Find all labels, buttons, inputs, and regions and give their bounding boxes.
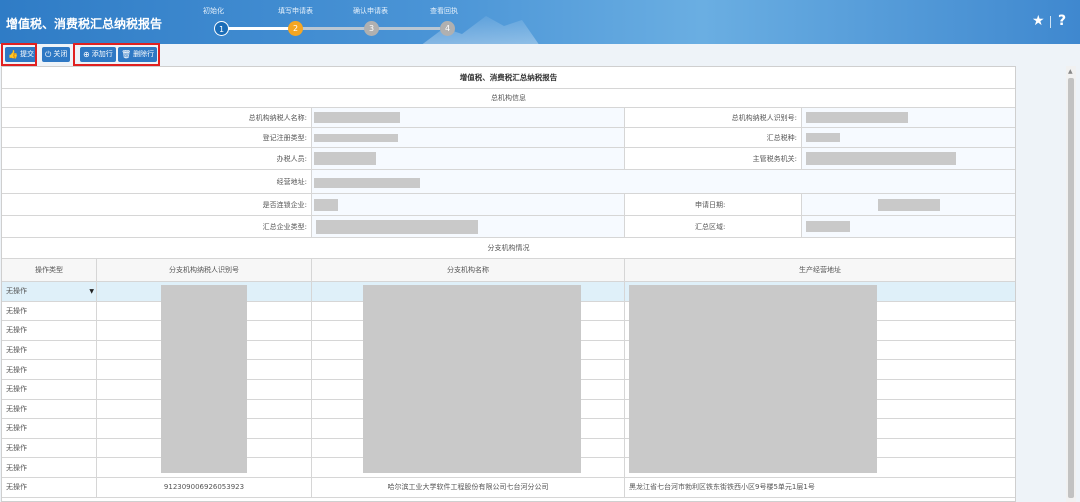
op-type-cell[interactable]: 无操作	[2, 419, 97, 438]
highlight-box-rows	[73, 43, 160, 66]
apply-date-label: 申请日期:	[625, 194, 802, 215]
reg-type-label: 登记注册类型:	[2, 128, 312, 147]
op-type-cell[interactable]: 无操作	[2, 458, 97, 477]
column-header-name: 分支机构名称	[312, 259, 625, 281]
header-divider	[1050, 16, 1051, 28]
redacted-mask	[363, 285, 581, 473]
head-section-row: 总机构信息	[2, 89, 1015, 108]
op-type-cell[interactable]: 无操作	[2, 301, 97, 321]
op-type-cell-text: 无操作	[6, 385, 27, 394]
op-type-cell-text: 无操作	[6, 424, 27, 433]
step-circle-4[interactable]: 4	[440, 21, 455, 36]
redacted-mask	[314, 199, 338, 211]
is-chain-field[interactable]	[312, 194, 625, 215]
dropdown-arrow-icon[interactable]: ▼	[89, 288, 94, 295]
step-circle-3[interactable]: 3	[364, 21, 379, 36]
step-label-1: 初始化	[203, 7, 224, 15]
redacted-mask	[316, 220, 478, 234]
head-id-label: 总机构纳税人识别号:	[625, 108, 802, 127]
form-title: 增值税、消费税汇总纳税报告	[459, 73, 558, 82]
redacted-mask	[314, 152, 376, 165]
op-type-cell-text: 无操作	[6, 287, 27, 296]
op-type-cell[interactable]: 无操作	[2, 380, 97, 399]
column-header-id: 分支机构纳税人识别号	[97, 259, 312, 281]
head-section-title: 总机构信息	[491, 94, 526, 102]
redacted-mask	[806, 133, 840, 142]
branch-table-header: 操作类型 分支机构纳税人识别号 分支机构名称 生产经营地址	[2, 259, 1015, 282]
toolbar	[0, 44, 1080, 66]
scrollbar-thumb[interactable]	[1068, 78, 1074, 498]
close-label: 关闭	[53, 50, 68, 58]
redacted-mask	[806, 152, 956, 165]
redacted-mask	[806, 112, 908, 123]
op-type-cell[interactable]: 无操作	[2, 438, 97, 458]
address-label: 经营地址:	[2, 170, 312, 193]
redacted-mask	[314, 134, 398, 142]
step-circle-1[interactable]: 1	[214, 21, 229, 36]
op-type-cell-text: 无操作	[6, 326, 27, 335]
redacted-mask	[878, 199, 940, 211]
form-row-name: 总机构纳税人名称: 总机构纳税人识别号:	[2, 108, 1015, 128]
step-label-4: 查看回执	[430, 7, 458, 15]
step-label-3: 确认申请表	[353, 7, 388, 15]
branch-section-row: 分支机构情况	[2, 238, 1015, 259]
op-type-cell-text: 无操作	[6, 483, 27, 492]
branch-name-cell-text: 哈尔滨工业大学软件工程股份有限公司七台河分公司	[387, 483, 549, 492]
branch-id-cell[interactable]: 912309006926053923	[97, 478, 312, 497]
help-icon[interactable]: ?	[1058, 13, 1066, 29]
redacted-mask	[314, 112, 400, 123]
op-type-cell-text: 无操作	[6, 365, 27, 374]
scroll-up-arrow-icon[interactable]: ▲	[1068, 68, 1073, 75]
authority-label: 主管税务机关:	[625, 148, 802, 169]
power-icon: ⏻	[45, 50, 52, 59]
op-type-cell-text: 无操作	[6, 463, 27, 472]
step-label-2: 填写申请表	[278, 7, 313, 15]
tax-type-label: 汇总税种:	[625, 128, 802, 147]
redacted-mask	[629, 285, 877, 473]
step-circle-2[interactable]: 2	[288, 21, 303, 36]
handler-label: 办税人员:	[2, 148, 312, 169]
redacted-mask	[806, 221, 850, 232]
branch-id-cell-text: 912309006926053923	[163, 483, 245, 492]
company-type-label: 汇总企业类型:	[2, 216, 312, 237]
branch-name-cell[interactable]: 哈尔滨工业大学软件工程股份有限公司七台河分公司	[312, 478, 625, 497]
app-header: 增值税、消费税汇总纳税报告 初始化 填写申请表 确认申请表 查看回执 1 2 3…	[0, 0, 1080, 44]
table-row[interactable]: 无操作 912309006926053923 哈尔滨工业大学软件工程股份有限公司七台…	[2, 478, 1015, 498]
op-type-cell[interactable]: 无操作 ▼	[2, 282, 97, 301]
area-label: 汇总区域:	[625, 216, 802, 237]
is-chain-label: 是否连锁企业:	[2, 194, 312, 215]
app-title: 增值税、消费税汇总纳税报告	[6, 17, 163, 31]
form-row-handler: 办税人员: 主管税务机关:	[2, 148, 1015, 170]
op-type-cell-text: 无操作	[6, 444, 27, 453]
redacted-mask	[314, 178, 420, 188]
form-row-company: 汇总企业类型: 汇总区域:	[2, 216, 1015, 238]
form-title-row: 增值税、消费税汇总纳税报告	[2, 67, 1015, 89]
column-header-addr: 生产经营地址	[799, 266, 841, 274]
op-type-cell-text: 无操作	[6, 346, 27, 355]
close-button[interactable]: ⏻ 关闭	[42, 47, 71, 62]
op-type-cell[interactable]: 无操作	[2, 340, 97, 360]
op-type-cell-text: 无操作	[6, 306, 27, 315]
highlight-box-submit	[1, 43, 37, 66]
branch-section-title: 分支机构情况	[487, 244, 530, 252]
branch-addr-cell-text: 黑龙江省七台河市勃利区铁东街铁西小区9号楼5单元1层1号	[629, 483, 815, 492]
step-progress-line	[222, 27, 290, 30]
form-row-chain: 是否连锁企业: 申请日期:	[2, 194, 1015, 216]
column-header-op: 操作类型	[2, 259, 97, 281]
branch-addr-cell[interactable]: 黑龙江省七台河市勃利区铁东街铁西小区9号楼5单元1层1号	[625, 478, 1015, 497]
report-form: 增值税、消费税汇总纳税报告 总机构信息 总机构纳税人名称: 总机构纳税人识别号:…	[1, 66, 1016, 502]
op-type-cell[interactable]: 无操作	[2, 360, 97, 379]
redacted-mask	[161, 285, 247, 473]
form-row-address: 经营地址:	[2, 170, 1015, 194]
op-type-cell-text: 无操作	[6, 404, 27, 413]
head-name-label: 总机构纳税人名称:	[2, 108, 312, 127]
op-type-cell[interactable]: 无操作	[2, 399, 97, 419]
op-type-cell[interactable]: 无操作	[2, 478, 97, 497]
op-type-cell[interactable]: 无操作	[2, 321, 97, 340]
form-row-reg: 登记注册类型: 汇总税种:	[2, 128, 1015, 148]
star-icon[interactable]: ★	[1032, 13, 1045, 29]
